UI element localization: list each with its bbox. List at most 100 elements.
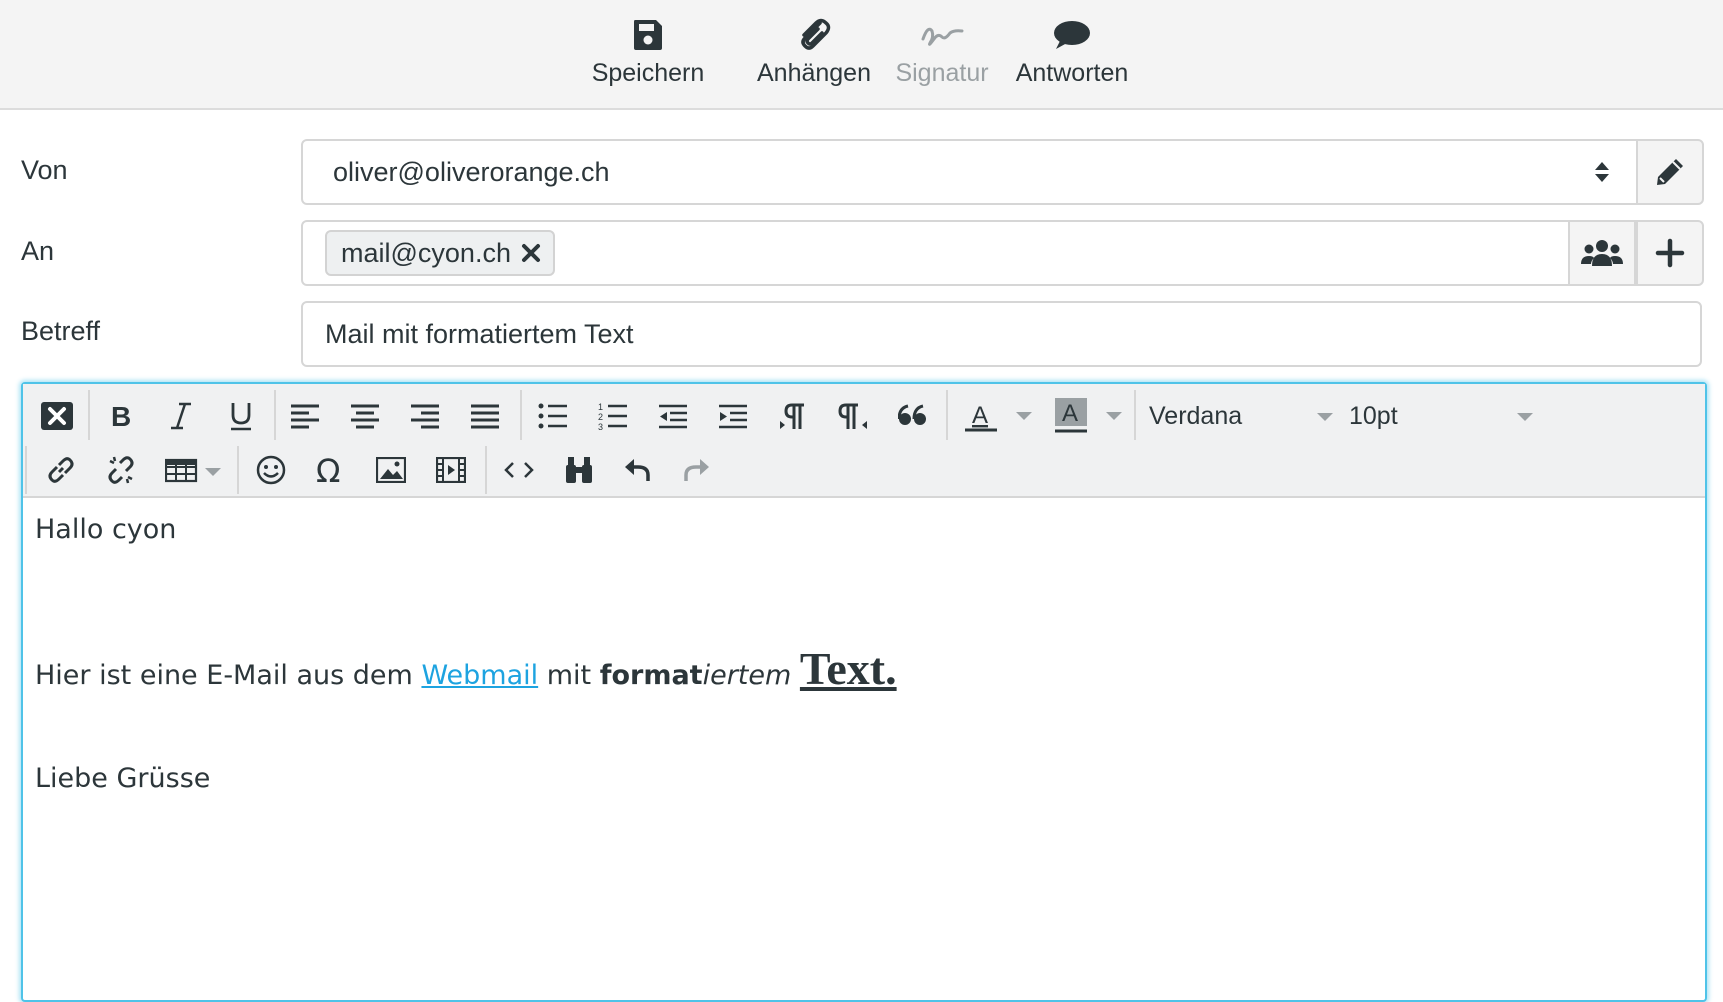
blockquote-button[interactable] <box>891 394 935 438</box>
undo-button[interactable] <box>615 448 659 492</box>
caret-down-icon <box>1517 413 1533 421</box>
clear-format-icon <box>41 402 73 430</box>
source-code-button[interactable] <box>497 448 541 492</box>
subject-label: Betreff <box>21 316 101 346</box>
align-justify-button[interactable] <box>463 394 507 438</box>
subject-input[interactable]: Mail mit formatiertem Text <box>301 301 1702 367</box>
image-icon <box>376 457 406 483</box>
redo-button[interactable] <box>675 448 719 492</box>
smiley-icon <box>256 455 286 485</box>
edit-identity-button[interactable] <box>1636 139 1704 205</box>
underline-icon <box>231 403 251 431</box>
text-color-button[interactable]: A <box>959 394 1003 438</box>
attach-label: Anhängen <box>756 59 871 87</box>
numbered-list-icon: 1 2 3 <box>598 402 627 431</box>
insert-media-button[interactable] <box>429 448 473 492</box>
svg-text:A: A <box>1062 400 1078 427</box>
to-label: An <box>21 236 55 266</box>
editor-toolbar: B 1 2 3 A A Verdana 10pt Ω <box>23 384 1705 498</box>
signature-button[interactable]: Signatur <box>892 12 992 98</box>
insert-table-button[interactable] <box>161 448 231 492</box>
align-right-button[interactable] <box>403 394 447 438</box>
bold-button[interactable]: B <box>99 394 143 438</box>
caret-down-icon <box>1016 412 1032 420</box>
unlink-icon <box>108 456 134 484</box>
omega-icon: Ω <box>316 455 340 485</box>
insert-emoji-button[interactable] <box>249 448 293 492</box>
outdent-button[interactable] <box>651 394 695 438</box>
svg-text:B: B <box>111 402 131 430</box>
align-center-icon <box>351 404 379 429</box>
remove-recipient-icon[interactable] <box>521 243 541 263</box>
remove-link-button[interactable] <box>99 448 143 492</box>
insert-image-button[interactable] <box>369 448 413 492</box>
caret-down-icon <box>1106 412 1122 420</box>
contacts-group-icon <box>1581 240 1623 266</box>
body-greeting: Hallo cyon <box>35 514 177 545</box>
body-line-mid: mit <box>538 660 600 691</box>
attach-button[interactable]: Anhängen <box>752 12 876 98</box>
reply-label: Antworten <box>1015 59 1129 87</box>
recipient-chip[interactable]: mail@cyon.ch <box>325 230 555 276</box>
rtl-button[interactable] <box>831 394 875 438</box>
indent-button[interactable] <box>711 394 755 438</box>
paragraph-rtl-icon <box>838 403 867 429</box>
floppy-disk-icon <box>632 12 664 58</box>
underline-button[interactable] <box>219 394 263 438</box>
ltr-button[interactable] <box>771 394 815 438</box>
from-label: Von <box>21 155 68 185</box>
clear-formatting-button[interactable] <box>35 394 79 438</box>
font-size-select[interactable]: 10pt <box>1349 394 1539 438</box>
background-color-button[interactable]: A <box>1049 394 1093 438</box>
align-right-icon <box>411 404 439 429</box>
paperclip-icon <box>796 12 832 58</box>
rich-text-editor: B 1 2 3 A A Verdana 10pt Ω Hallo cyon Hi… <box>21 382 1707 1002</box>
film-icon <box>436 457 466 483</box>
select-arrows-icon <box>1593 141 1611 203</box>
background-color-icon: A <box>1055 398 1087 433</box>
compose-toolbar: Speichern Anhängen Signatur Antworten <box>0 0 1723 110</box>
numbered-list-button[interactable]: 1 2 3 <box>591 394 635 438</box>
italic-button[interactable] <box>159 394 203 438</box>
address-book-button[interactable] <box>1568 220 1636 286</box>
text-color-dropdown[interactable] <box>1011 394 1037 438</box>
body-italic-text: iertem <box>702 660 792 691</box>
speech-bubble-icon <box>1053 12 1091 58</box>
body-large-text: Text. <box>799 643 897 694</box>
outdent-icon <box>659 404 687 429</box>
signature-icon <box>920 12 964 58</box>
font-size-value: 10pt <box>1349 401 1398 430</box>
svg-text:2: 2 <box>598 412 603 422</box>
align-center-button[interactable] <box>343 394 387 438</box>
undo-icon <box>625 459 650 481</box>
to-field[interactable]: mail@cyon.ch <box>301 220 1704 286</box>
quote-icon <box>898 404 926 425</box>
svg-text:A: A <box>972 402 988 429</box>
from-value: oliver@oliverorange.ch <box>333 156 610 187</box>
plus-icon <box>1655 238 1685 268</box>
align-left-icon <box>291 404 319 429</box>
link-icon <box>48 457 74 483</box>
bold-icon: B <box>111 402 131 430</box>
text-color-icon: A <box>965 402 997 432</box>
webmail-link[interactable]: Webmail <box>421 660 538 691</box>
bullet-list-button[interactable] <box>531 394 575 438</box>
recipient-address: mail@cyon.ch <box>341 237 511 268</box>
body-closing: Liebe Grüsse <box>35 763 211 794</box>
body-line-prefix: Hier ist eine E-Mail aus dem <box>35 660 422 691</box>
font-family-select[interactable]: Verdana <box>1149 394 1339 438</box>
save-button[interactable]: Speichern <box>588 12 708 98</box>
add-recipient-button[interactable] <box>1636 220 1704 286</box>
align-left-button[interactable] <box>283 394 327 438</box>
find-replace-button[interactable] <box>557 448 601 492</box>
from-select[interactable]: oliver@oliverorange.ch <box>301 139 1704 205</box>
background-color-dropdown[interactable] <box>1101 394 1127 438</box>
pencil-icon <box>1657 159 1683 185</box>
special-character-button[interactable]: Ω <box>309 448 353 492</box>
reply-button[interactable]: Antworten <box>1010 12 1134 98</box>
insert-link-button[interactable] <box>39 448 83 492</box>
binoculars-icon <box>566 457 592 483</box>
table-icon <box>165 458 221 483</box>
svg-text:Ω: Ω <box>316 455 340 485</box>
save-label: Speichern <box>591 59 705 87</box>
